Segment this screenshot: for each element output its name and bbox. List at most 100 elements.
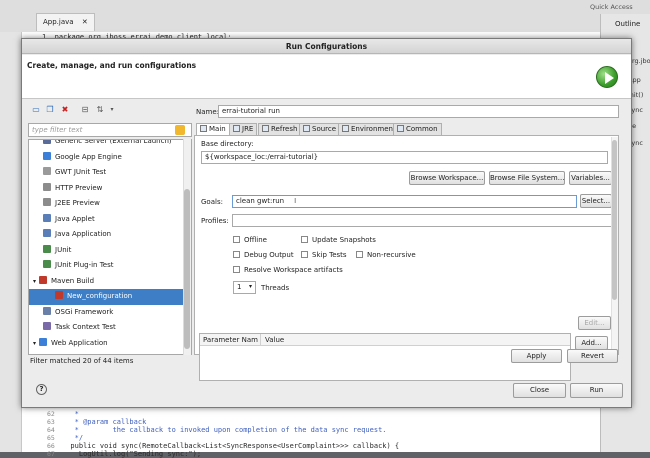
text-cursor-icon: I (294, 197, 297, 205)
main-tab-pane: Base directory: ${workspace_loc:/errai-t… (194, 135, 619, 381)
checkbox-label: Skip Tests (312, 251, 347, 259)
checkbox-label: Update Snapshots (312, 236, 376, 244)
tree-item[interactable]: GWT JUnit Test (29, 165, 191, 181)
tree-item[interactable]: HTTP Preview (29, 181, 191, 197)
tree-item-label: J2EE Preview (55, 199, 100, 207)
tree-item[interactable]: Task Context Test (29, 320, 191, 336)
profiles-label: Profiles: (201, 217, 229, 225)
column-header-name[interactable]: Parameter Nam (203, 336, 258, 344)
tree-item[interactable]: JUnit (29, 243, 191, 259)
tree-item[interactable]: OSGi Framework (29, 305, 191, 321)
update-snapshots-checkbox[interactable]: Update Snapshots (301, 236, 376, 244)
duplicate-icon[interactable]: ❐ (45, 105, 55, 115)
new-launch-config-icon[interactable]: ▭ (31, 105, 41, 115)
launch-config-tree[interactable]: Generic Server (External Launch) Google A… (28, 139, 192, 355)
resolve-workspace-checkbox[interactable]: Resolve Workspace artifacts (233, 266, 343, 274)
tree-item[interactable]: Google App Engine (29, 150, 191, 166)
base-dir-field[interactable]: ${workspace_loc:/errai-tutorial} (201, 151, 608, 164)
launch-type-icon (43, 167, 51, 175)
browse-file-system-button[interactable]: Browse File System... (489, 171, 565, 185)
add-parameter-button[interactable]: Add... (575, 336, 608, 350)
non-recursive-checkbox[interactable]: Non-recursive (356, 251, 416, 259)
outline-tab[interactable]: Outline (615, 20, 640, 28)
help-icon[interactable]: ? (36, 384, 47, 395)
code-line: public void sync(RemoteCallback<List<Syn… (62, 442, 400, 450)
profiles-field[interactable] (232, 214, 612, 227)
launch-type-icon (55, 291, 63, 299)
tree-item-label: JUnit (55, 245, 72, 254)
variables-button[interactable]: Variables... (569, 171, 612, 185)
threads-label: Threads (261, 284, 290, 292)
code-line: * @param callback (62, 418, 147, 426)
threads-spinner[interactable]: 1 ▾ (233, 281, 256, 294)
goals-field[interactable]: clean gwt:run I (232, 195, 577, 208)
launch-type-icon (43, 244, 51, 253)
threads-value: 1 (237, 283, 242, 291)
browse-workspace-button[interactable]: Browse Workspace... (409, 171, 485, 185)
expand-arrow-icon[interactable]: ▾ (33, 278, 36, 285)
tree-item[interactable]: ▾ Maven Build (29, 274, 191, 290)
offline-checkbox[interactable]: Offline (233, 236, 267, 244)
close-button[interactable]: Close (513, 383, 566, 398)
dialog-header-text: Create, manage, and run configurations (27, 61, 197, 70)
column-header-value[interactable]: Value (265, 336, 284, 344)
name-field[interactable]: errai-tutorial run (218, 105, 619, 118)
edit-parameter-button[interactable]: Edit... (578, 316, 611, 330)
tab-common[interactable]: Common (393, 123, 442, 135)
tree-item[interactable]: Generic Server (External Launch) (29, 139, 191, 150)
launch-type-icon (39, 337, 48, 346)
skip-tests-checkbox[interactable]: Skip Tests (301, 251, 347, 259)
base-dir-label: Base directory: (201, 140, 254, 148)
launch-type-icon (43, 229, 51, 237)
launch-type-icon (43, 306, 51, 315)
delete-icon[interactable]: ✖ (60, 105, 70, 115)
tree-item[interactable]: Java Applet (29, 212, 191, 228)
source-tab-icon (303, 125, 310, 132)
tab-environment[interactable]: Environment (338, 123, 400, 135)
tree-item-label: Generic Server (External Launch) (55, 139, 172, 145)
clear-filter-icon[interactable] (175, 125, 185, 135)
debug-output-checkbox[interactable]: Debug Output (233, 251, 294, 259)
quick-access[interactable]: Quick Access (590, 3, 633, 11)
environment-tab-icon (342, 125, 349, 132)
select-goals-button[interactable]: Select... (580, 194, 612, 208)
launch-type-icon (39, 275, 48, 284)
refresh-tab-icon (262, 125, 269, 132)
checkbox-box (233, 266, 240, 273)
filter-input[interactable]: type filter text (28, 123, 192, 137)
filter-icon[interactable]: ⇅ (95, 105, 105, 115)
tree-item[interactable]: Java Application (29, 227, 191, 243)
tab-label: Environment (351, 125, 396, 133)
tree-item-label: Web Application (51, 338, 108, 347)
tab-source[interactable]: Source (299, 123, 341, 135)
tree-item[interactable]: J2EE Preview (29, 196, 191, 212)
tab-label: Common (406, 125, 438, 133)
tab-jre[interactable]: JRE (229, 123, 258, 135)
tab-label: Source (312, 125, 337, 133)
run-button[interactable]: Run (570, 383, 623, 398)
tree-item[interactable]: New_configuration (29, 289, 191, 305)
code-line: */ (62, 434, 84, 442)
main-tab-icon (200, 125, 207, 132)
checkbox-box (233, 236, 240, 243)
close-icon[interactable]: ✕ (82, 18, 88, 26)
tab-refresh[interactable]: Refresh (258, 123, 302, 135)
tree-item[interactable]: JUnit Plug-in Test (29, 258, 191, 274)
tree-scroll-thumb[interactable] (184, 189, 190, 349)
chevron-down-icon[interactable]: ▾ (107, 105, 117, 115)
revert-button[interactable]: Revert (567, 349, 618, 363)
checkbox-label: Debug Output (244, 251, 294, 259)
collapse-all-icon[interactable]: ⊟ (80, 105, 90, 115)
pane-scroll-thumb[interactable] (612, 140, 617, 300)
launch-type-icon (43, 198, 51, 206)
expand-arrow-icon[interactable]: ▾ (33, 340, 36, 347)
apply-button[interactable]: Apply (511, 349, 562, 363)
tree-item-label: New_configuration (67, 292, 133, 300)
tree-item[interactable]: ▾ Web Application (29, 336, 191, 352)
launch-type-icon (43, 322, 51, 330)
code-line: * (62, 410, 79, 418)
checkbox-box (301, 236, 308, 243)
dialog-header: Create, manage, and run configurations (22, 55, 631, 99)
launch-type-icon (43, 140, 51, 144)
editor-tab-app-java[interactable]: App.java ✕ (36, 13, 95, 31)
